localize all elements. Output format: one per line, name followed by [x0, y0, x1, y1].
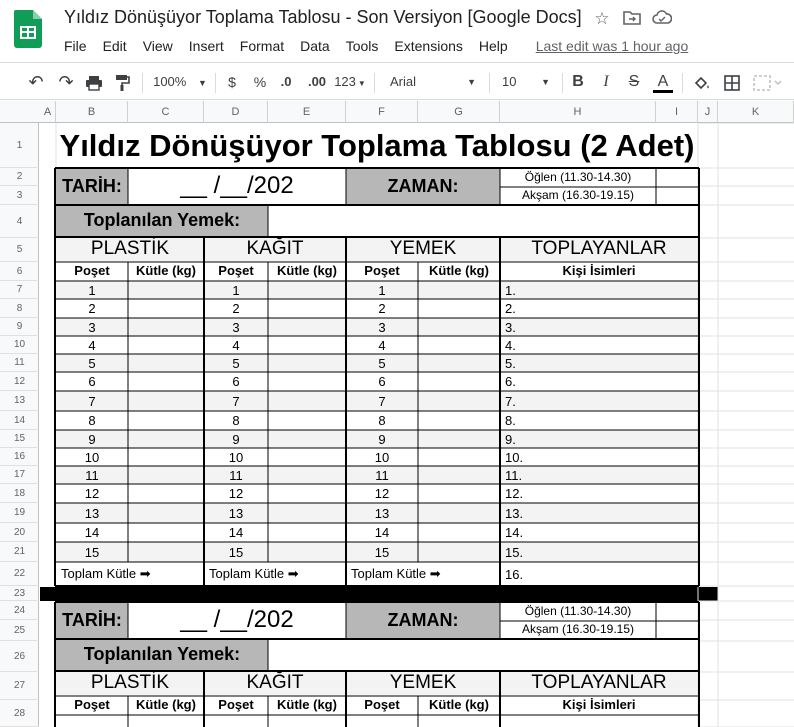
row-header-7[interactable]: 7 — [0, 281, 39, 299]
column-header-h[interactable]: H — [500, 101, 656, 123]
sheet-grid[interactable]: Yıldız Dönüşüyor Toplama Tablosu (2 Adet… — [40, 123, 794, 727]
fill-color-icon[interactable] — [690, 63, 714, 101]
grid-lines — [54, 123, 794, 727]
row-header-9[interactable]: 9 — [0, 318, 39, 336]
menu-help[interactable]: Help — [471, 38, 516, 54]
row-header-22[interactable]: 22 — [0, 562, 39, 586]
cloud-status-icon[interactable] — [652, 9, 673, 29]
row-header-23[interactable]: 23 — [0, 586, 39, 601]
font-select[interactable]: Arial ▼ — [384, 63, 480, 101]
paint-format-icon[interactable] — [110, 63, 134, 101]
borders-icon[interactable] — [720, 63, 744, 101]
menu-edit[interactable]: Edit — [95, 38, 135, 54]
text-color-button[interactable]: A — [652, 63, 674, 101]
menu-format[interactable]: Format — [232, 38, 292, 54]
column-header-e[interactable]: E — [268, 101, 346, 123]
italic-button[interactable]: I — [596, 63, 616, 101]
last-edit-link[interactable]: Last edit was 1 hour ago — [536, 38, 689, 54]
menu-view[interactable]: View — [135, 38, 181, 54]
column-header-bar: ABCDEFGHIJK — [0, 101, 794, 123]
column-header-f[interactable]: F — [346, 101, 418, 123]
menu-tools[interactable]: Tools — [338, 38, 387, 54]
decrease-decimal-button[interactable]: .0 — [276, 63, 296, 101]
menu-data[interactable]: Data — [292, 38, 338, 54]
more-formats-button[interactable]: 123 ▼ — [334, 63, 366, 101]
row-header-3[interactable]: 3 — [0, 186, 39, 205]
column-header-k[interactable]: K — [718, 101, 794, 123]
column-header-b[interactable]: B — [56, 101, 128, 123]
zoom-select[interactable]: 100% ▼ — [150, 63, 210, 101]
strikethrough-button[interactable]: S — [624, 63, 644, 101]
zoom-value: 100% — [153, 74, 187, 89]
font-value: Arial — [390, 74, 417, 89]
column-header-d[interactable]: D — [204, 101, 268, 123]
menu-insert[interactable]: Insert — [181, 38, 232, 54]
star-icon[interactable]: ☆ — [592, 9, 612, 29]
chevron-down-icon: ▼ — [197, 78, 207, 88]
chevron-down-icon: ▼ — [467, 77, 476, 87]
row-header-2[interactable]: 2 — [0, 168, 39, 186]
merge-cells-icon[interactable] — [750, 63, 786, 101]
row-header-20[interactable]: 20 — [0, 523, 39, 542]
row-header-18[interactable]: 18 — [0, 484, 39, 503]
column-header-i[interactable]: I — [656, 101, 698, 123]
text-color-label: A — [657, 73, 669, 90]
sheets-logo-icon[interactable] — [14, 10, 42, 48]
increase-decimal-button[interactable]: .00 — [304, 63, 330, 101]
row-header-6[interactable]: 6 — [0, 262, 39, 281]
bold-button[interactable]: B — [568, 63, 588, 101]
menu-file[interactable]: File — [56, 38, 95, 54]
row-header-13[interactable]: 13 — [0, 391, 39, 411]
row-header-15[interactable]: 15 — [0, 430, 39, 448]
row-header-24[interactable]: 24 — [0, 601, 39, 620]
currency-button[interactable]: $ — [222, 63, 242, 101]
row-header-11[interactable]: 11 — [0, 354, 39, 372]
document-title[interactable]: Yıldız Dönüşüyor Toplama Tablosu - Son V… — [64, 7, 582, 28]
move-to-folder-icon[interactable] — [622, 9, 642, 29]
row-header-4[interactable]: 4 — [0, 205, 39, 238]
row-header-25[interactable]: 25 — [0, 620, 39, 641]
row-header-8[interactable]: 8 — [0, 299, 39, 318]
print-icon[interactable] — [82, 63, 106, 101]
chevron-down-icon: ▼ — [357, 79, 366, 88]
menu-bar: File Edit View Insert Format Data Tools … — [56, 36, 688, 56]
row-header-17[interactable]: 17 — [0, 466, 39, 484]
row-header-1[interactable]: 1 — [0, 123, 39, 168]
column-header-c[interactable]: C — [128, 101, 204, 123]
column-header-g[interactable]: G — [418, 101, 500, 123]
menu-extensions[interactable]: Extensions — [386, 38, 470, 54]
column-header-a[interactable]: A — [40, 101, 56, 123]
row-header-10[interactable]: 10 — [0, 336, 39, 354]
more-formats-label: 123 — [334, 74, 356, 89]
toolbar: ↶ ↷ 100% ▼ $ % .0 .00 123 ▼ Arial ▼ 10 ▼ B … — [0, 62, 794, 100]
spreadsheet-window: Yıldız Dönüşüyor Toplama Tablosu - Son V… — [0, 0, 794, 727]
row-header-28[interactable]: 28 — [0, 700, 39, 727]
row-header-16[interactable]: 16 — [0, 448, 39, 466]
redo-icon[interactable]: ↷ — [54, 63, 78, 101]
row-header-14[interactable]: 14 — [0, 411, 39, 430]
chevron-down-icon: ▼ — [541, 77, 550, 87]
row-header-bar: 1 2 3 4 5 6 7 8 9 10 11 12 13 14 15 16 17 18 19 20 21 22 23 24 2… — [0, 123, 39, 727]
row-header-21[interactable]: 21 — [0, 542, 39, 562]
row-header-26[interactable]: 26 — [0, 641, 39, 672]
font-size-value: 10 — [502, 74, 517, 89]
undo-icon[interactable]: ↶ — [24, 63, 48, 101]
font-size-select[interactable]: 10 ▼ — [496, 63, 554, 101]
percent-button[interactable]: % — [250, 63, 270, 101]
row-header-19[interactable]: 19 — [0, 503, 39, 523]
column-header-j[interactable]: J — [698, 101, 718, 123]
row-header-5[interactable]: 5 — [0, 238, 39, 262]
row-header-12[interactable]: 12 — [0, 372, 39, 391]
row-header-27[interactable]: 27 — [0, 672, 39, 700]
